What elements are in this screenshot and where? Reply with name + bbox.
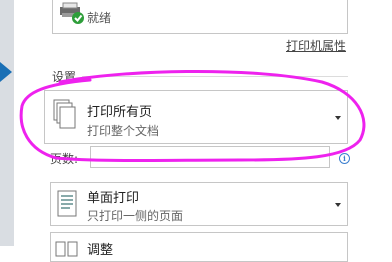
page-range-title: 打印所有页 <box>87 105 153 120</box>
print-sides-dropdown[interactable]: 单面打印 只打印一侧的页面 <box>50 182 348 226</box>
chevron-down-icon <box>335 116 341 120</box>
collate-dropdown[interactable]: 调整 <box>50 232 348 262</box>
printer-status: 就绪 <box>87 11 112 25</box>
info-icon[interactable]: i <box>339 153 350 164</box>
section-divider <box>82 76 348 77</box>
collate-title: 调整 <box>87 243 114 258</box>
single-page-icon <box>57 190 79 222</box>
settings-heading: 设置 <box>52 70 77 84</box>
page-range-subtitle: 打印整个文档 <box>87 124 160 138</box>
printer-icon <box>59 1 85 25</box>
printer-select-dropdown[interactable]: 就绪 <box>52 0 348 34</box>
pages-stack-icon <box>53 99 77 135</box>
check-icon <box>72 12 84 24</box>
printer-properties-link[interactable]: 打印机属性 <box>286 37 346 54</box>
print-sides-subtitle: 只打印一侧的页面 <box>87 209 184 223</box>
print-sides-title: 单面打印 <box>87 191 140 206</box>
panel-notch <box>14 62 24 82</box>
page-range-dropdown[interactable]: 打印所有页 打印整个文档 <box>44 90 348 144</box>
backstage-nav-strip <box>0 0 14 246</box>
collate-icon <box>55 241 79 261</box>
pages-input[interactable] <box>90 146 330 168</box>
chevron-down-icon <box>335 203 341 207</box>
nav-selected-indicator <box>0 62 12 82</box>
pages-label: 页数: <box>50 152 79 166</box>
